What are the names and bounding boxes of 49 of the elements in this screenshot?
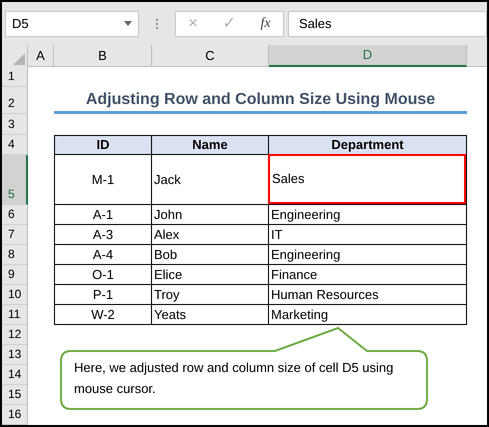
table-cell: A-4 [54, 245, 152, 265]
table-cell: Alex [152, 225, 269, 245]
table-cell-text: Engineering [270, 206, 342, 224]
table-header-cell: Name [152, 135, 269, 155]
row-header[interactable]: 14 [2, 365, 28, 385]
row-header[interactable]: 5 [2, 155, 28, 205]
name-box[interactable]: D5 [5, 10, 139, 36]
row-header[interactable]: 15 [2, 385, 28, 405]
callout-text: Here, we adjusted row and column size of cell D5 using mouse cursor. [74, 359, 394, 398]
row-header[interactable]: 11 [2, 305, 28, 325]
sheet-title: Adjusting Row and Column Size Using Mouse [54, 89, 467, 114]
table-cell: W-2 [54, 305, 152, 325]
table-cell: Bob [152, 245, 269, 265]
table-cell: A-1 [54, 205, 152, 225]
table-cell: Elice [152, 265, 269, 285]
row-header[interactable]: 13 [2, 345, 28, 365]
table-cell-text: IT [270, 226, 284, 244]
row-header[interactable]: 9 [2, 265, 28, 285]
table-cell: John [152, 205, 269, 225]
row-header[interactable]: 7 [2, 225, 28, 245]
grip-icon [155, 18, 159, 30]
formula-field[interactable]: Sales [288, 10, 487, 36]
table-cell: A-3 [54, 225, 152, 245]
table-cell: Sales [268, 154, 466, 204]
table-cell: Jack [152, 155, 269, 205]
row-header[interactable]: 4 [2, 135, 28, 155]
row-header[interactable]: 3 [2, 114, 28, 135]
table-cell-text: Engineering [270, 246, 342, 264]
row-header[interactable]: 12 [2, 325, 28, 345]
table-cell: M-1 [54, 155, 152, 205]
dropdown-caret-icon [124, 21, 132, 26]
row-header[interactable]: 6 [2, 205, 28, 225]
table-header-cell: ID [54, 135, 152, 155]
table-cell-text: Human Resources [270, 286, 380, 304]
row-header[interactable]: 8 [2, 245, 28, 265]
table-cell: Troy [152, 285, 269, 305]
table-cell: Yeats [152, 305, 269, 325]
table-cell: O-1 [54, 265, 152, 285]
row-header[interactable]: 16 [2, 405, 28, 425]
insert-function-button[interactable]: fx [260, 13, 271, 34]
select-all-icon[interactable] [13, 53, 25, 65]
table-cell-text: Finance [270, 266, 318, 284]
table-header-cell: Department [269, 135, 467, 155]
table-cell-text: Marketing [270, 306, 330, 324]
table-cell: P-1 [54, 285, 152, 305]
row-header[interactable]: 10 [2, 285, 28, 305]
row-header[interactable]: 2 [2, 87, 28, 114]
row-header[interactable]: 1 [2, 67, 28, 87]
column-header[interactable]: D [269, 45, 467, 67]
